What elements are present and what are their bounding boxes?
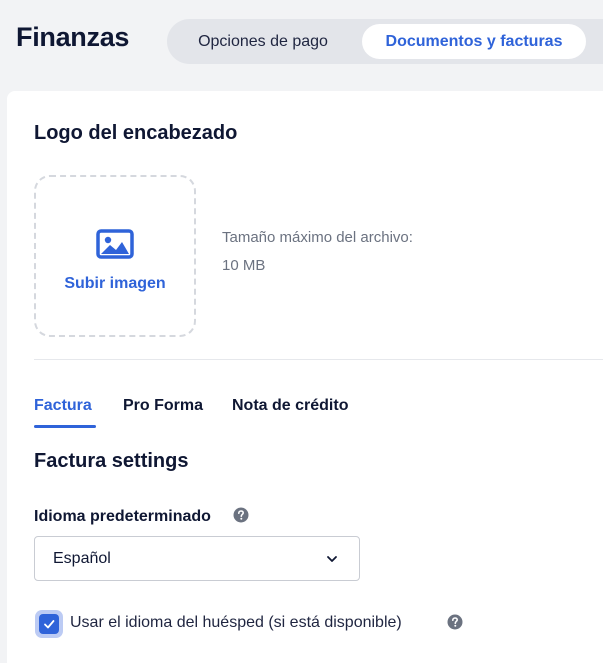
max-file-size-value: 10 MB [222,257,266,274]
logo-section-title: Logo del encabezado [34,122,238,144]
help-icon[interactable] [233,507,249,523]
tab-payment-options[interactable]: Opciones de pago [173,24,353,59]
tab-pro-forma[interactable]: Pro Forma [123,397,203,415]
help-icon[interactable] [447,614,463,630]
checkbox-fill [39,614,59,634]
tab-documents-invoices[interactable]: Documentos y facturas [362,24,586,59]
image-icon [96,229,134,259]
language-label: Idioma predeterminado [34,508,211,525]
tab-factura[interactable]: Factura [34,397,92,415]
upload-image-button[interactable]: Subir imagen [34,175,196,337]
guest-language-label[interactable]: Usar el idioma del huésped (si está disp… [70,614,402,632]
tab-nota-de-credito[interactable]: Nota de crédito [232,397,348,415]
settings-card: Logo del encabezado Subir imagen Tamaño … [7,91,603,663]
page-header: Finanzas Opciones de pago Documentos y f… [0,0,603,80]
settings-title: Factura settings [34,450,189,472]
section-tabs: Opciones de pago Documentos y facturas [167,19,603,64]
max-file-size-label: Tamaño máximo del archivo: [222,229,413,246]
divider [34,359,603,360]
guest-language-checkbox[interactable] [35,610,63,638]
upload-image-label: Subir imagen [64,275,166,292]
check-icon [44,620,55,629]
page-title: Finanzas [16,22,130,52]
active-tab-indicator [34,425,96,428]
language-select-value: Español [53,550,111,567]
chevron-down-icon [327,556,337,562]
language-select[interactable]: Español [34,536,360,581]
